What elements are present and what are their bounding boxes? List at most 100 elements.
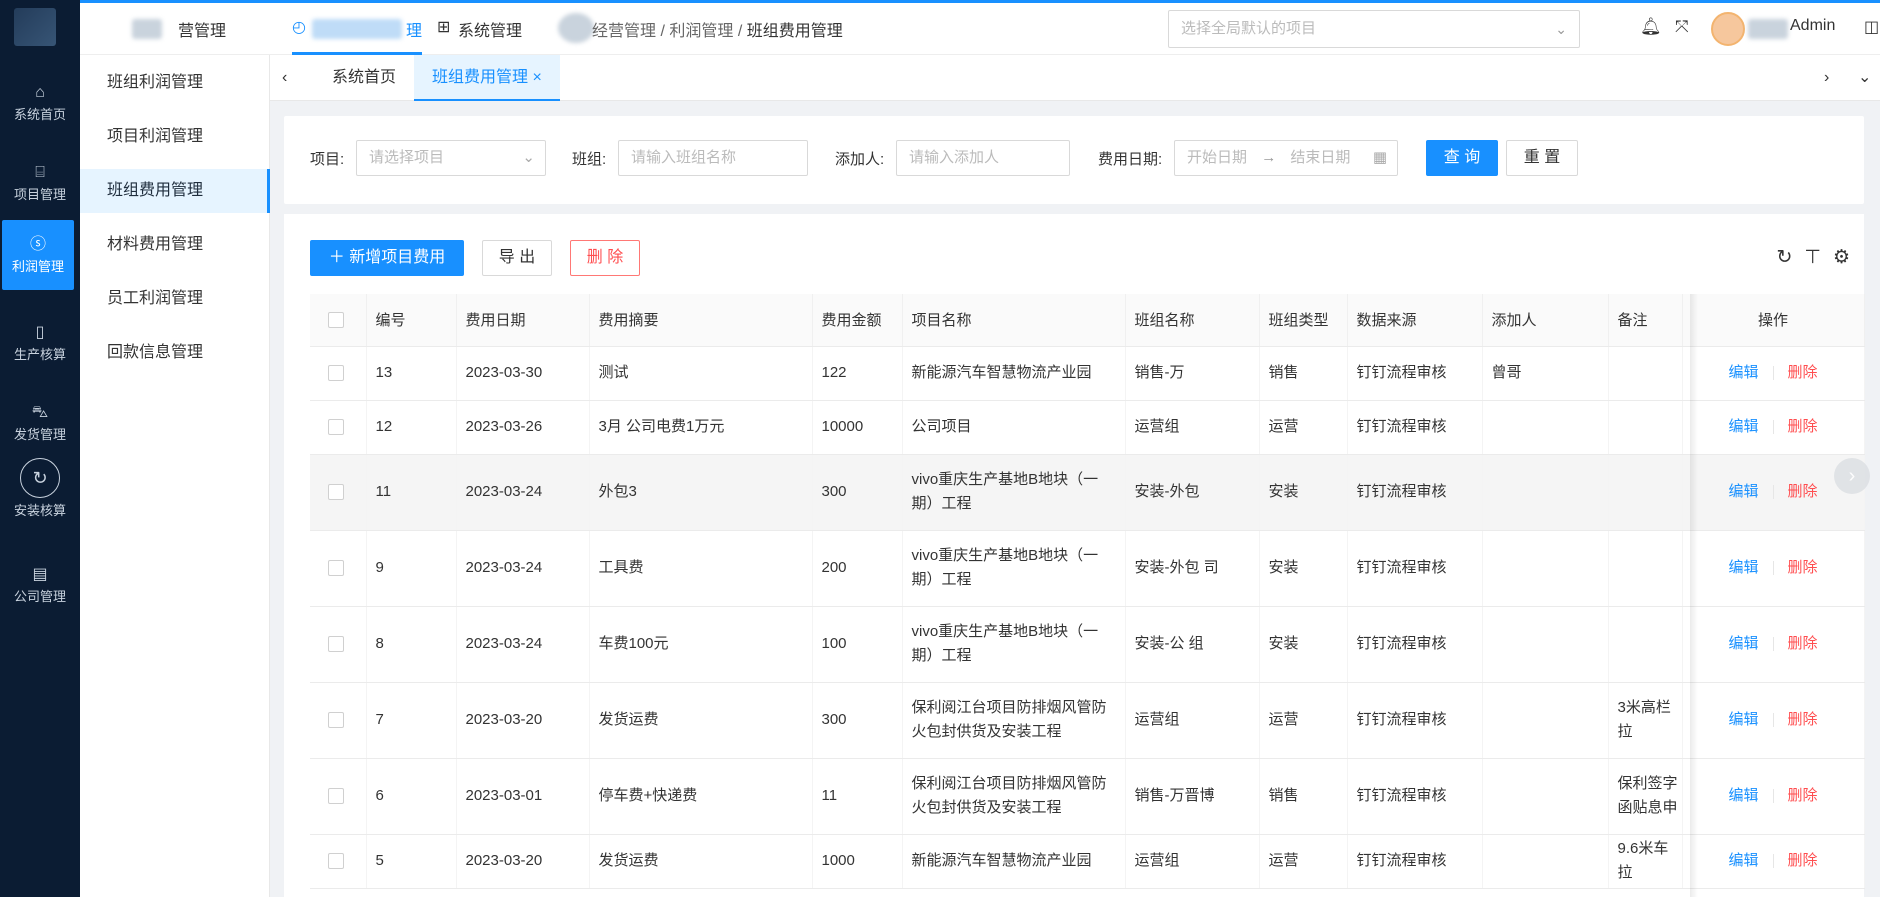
tab-menu-chevron-icon[interactable]: ⌄ — [1850, 55, 1879, 101]
subnav-item-payment[interactable]: 回款信息管理 — [80, 331, 270, 375]
tab-team-cost[interactable]: 班组费用管理 × — [414, 55, 560, 101]
checkbox[interactable] — [328, 419, 344, 436]
col-summary: 费用摘要 — [589, 294, 813, 347]
checkbox[interactable] — [328, 636, 344, 653]
delete-link[interactable]: 删除 — [1788, 364, 1818, 381]
delete-link[interactable]: 删除 — [1788, 559, 1818, 576]
cell-actions: 编辑 删除 — [1682, 400, 1865, 455]
checkbox[interactable] — [328, 312, 344, 329]
fullscreen-icon[interactable]: ⤧ — [1675, 17, 1689, 37]
gear-icon[interactable]: ⚙ — [1833, 247, 1850, 268]
select-all[interactable] — [310, 294, 367, 347]
edit-link[interactable]: 编辑 — [1728, 711, 1758, 728]
delete-link[interactable]: 删除 — [1788, 711, 1818, 728]
row-select[interactable] — [310, 400, 367, 455]
table-row[interactable]: 7 2023-03-20 发货运费 300 保利阅江台项目防排烟风管防火包封供货及安装工… — [310, 682, 1865, 759]
query-button[interactable]: 查 询 — [1426, 140, 1498, 176]
table-row[interactable]: 6 2023-03-01 停车费+快递费 11 保利阅江台项目防排烟风管防火包封供货及安… — [310, 758, 1865, 835]
table-row[interactable]: 9 2023-03-24 工具费 200 vivo重庆生产基地B地块（一期）工程 安装-外… — [310, 530, 1865, 607]
avatar[interactable] — [1711, 12, 1745, 46]
cell-note: 3米高栏拉 — [1608, 682, 1683, 759]
cell-id: 9 — [366, 530, 457, 607]
column-height-icon[interactable]: ⊤ — [1804, 247, 1821, 268]
install-icon: ↻ — [20, 458, 60, 498]
nav-clock-icon[interactable]: ◴ — [292, 17, 306, 37]
edit-link[interactable]: 编辑 — [1728, 559, 1758, 576]
subnav-item-team-cost[interactable]: 班组费用管理 — [80, 169, 270, 213]
delete-link[interactable]: 删除 — [1788, 787, 1818, 804]
tab-home[interactable]: 系统首页 — [314, 55, 414, 101]
checkbox[interactable] — [328, 853, 344, 870]
edit-link[interactable]: 编辑 — [1728, 364, 1758, 381]
table-row[interactable]: 11 2023-03-24 外包3 300 vivo重庆生产基地B地块（一期）工程 安装-… — [310, 454, 1865, 531]
table-row[interactable]: 5 2023-03-20 发货运费 1000 新能源汽车智慧物流产业园 运营组 运营 钉钉流程… — [310, 834, 1865, 889]
tab-scroll-left[interactable]: ‹ — [272, 55, 297, 101]
team-input[interactable]: 请输入班组名称 — [618, 140, 808, 176]
subnav-item-employee-profit[interactable]: 员工利润管理 — [80, 277, 270, 321]
tab-scroll-right[interactable]: › — [1814, 55, 1839, 101]
delete-button[interactable]: 删 除 — [570, 240, 640, 276]
nav-item-blurred[interactable] — [312, 19, 402, 39]
row-select[interactable] — [310, 834, 367, 889]
col-source: 数据来源 — [1347, 294, 1483, 347]
checkbox[interactable] — [328, 365, 344, 382]
nav-system[interactable]: 系统管理 — [458, 17, 522, 41]
header: 营管理 ◴ 理 ⊞ 系统管理 经营管理 / 利润管理 / 班组费用管理 选择全局… — [80, 3, 1880, 55]
subnav-item-material-cost[interactable]: 材料费用管理 — [80, 223, 270, 267]
breadcrumb-item[interactable]: 经营管理 — [592, 23, 656, 40]
table-row[interactable]: 12 2023-03-26 3月 公司电费1万元 10000 公司项目 运营组 运营 钉钉流程… — [310, 400, 1865, 455]
add-cost-button[interactable]: ＋ 新增项目费用 — [310, 240, 464, 276]
edit-link[interactable]: 编辑 — [1728, 418, 1758, 435]
cell-id: 8 — [366, 606, 457, 683]
table-row[interactable]: 13 2023-03-30 测试 122 新能源汽车智慧物流产业园 销售-万 销售 钉钉流程审… — [310, 346, 1865, 401]
cell-id: 6 — [366, 758, 457, 835]
sidebar-item-company[interactable]: ▤ 公司管理 — [0, 550, 80, 620]
refresh-icon[interactable]: ↻ — [1776, 247, 1792, 268]
checkbox[interactable] — [328, 788, 344, 805]
chevron-down-icon: ⌄ — [522, 149, 535, 166]
col-amount: 费用金额 — [812, 294, 903, 347]
row-select[interactable] — [310, 530, 367, 607]
sidebar-item-install[interactable]: ↻ 安装核算 — [0, 456, 80, 530]
edit-link[interactable]: 编辑 — [1728, 852, 1758, 869]
row-select[interactable] — [310, 346, 367, 401]
sidebar-item-profit[interactable]: ⓢ 利润管理 — [2, 220, 74, 290]
subnav-item-project-profit[interactable]: 项目利润管理 — [80, 115, 270, 159]
reset-button[interactable]: 重 置 — [1506, 140, 1578, 176]
delete-link[interactable]: 删除 — [1788, 852, 1818, 869]
edit-link[interactable]: 编辑 — [1728, 635, 1758, 652]
export-button[interactable]: 导 出 — [482, 240, 552, 276]
cost-table: 编号 费用日期 费用摘要 费用金额 项目名称 班组名称 班组类型 数据来源 添加… — [310, 294, 1865, 889]
checkbox[interactable] — [328, 484, 344, 501]
delete-link[interactable]: 删除 — [1788, 483, 1818, 500]
subnav-item-team-profit[interactable]: 班组利润管理 — [80, 61, 270, 105]
edit-link[interactable]: 编辑 — [1728, 483, 1758, 500]
checkbox[interactable] — [328, 712, 344, 729]
main-panel: ＋ 新增项目费用 导 出 删 除 ↻ ⊤ ⚙ 编号 费用日期 费用摘要 费用金额 项… — [284, 214, 1865, 897]
bell-icon[interactable]: 🔔︎ — [1640, 17, 1662, 37]
scroll-right-button[interactable]: › — [1834, 458, 1870, 494]
sidebar-item-project[interactable]: ⌸ 项目管理 — [0, 148, 80, 218]
close-icon[interactable]: × — [532, 69, 541, 86]
project-select[interactable]: 请选择项目 ⌄ — [356, 140, 546, 176]
row-select[interactable] — [310, 682, 367, 759]
row-select[interactable] — [310, 758, 367, 835]
checkbox[interactable] — [328, 560, 344, 577]
adder-input[interactable]: 请输入添加人 — [896, 140, 1070, 176]
layout-icon[interactable]: ◫ — [1864, 17, 1879, 37]
delete-link[interactable]: 删除 — [1788, 635, 1818, 652]
sidebar-item-production[interactable]: ▯ 生产核算 — [0, 308, 80, 378]
cell-summary: 车费100元 — [589, 606, 813, 683]
breadcrumb-item[interactable]: 利润管理 — [669, 23, 733, 40]
table-row[interactable]: 8 2023-03-24 车费100元 100 vivo重庆生产基地B地块（一期）工程安… — [310, 606, 1865, 683]
row-select[interactable] — [310, 606, 367, 683]
delete-link[interactable]: 删除 — [1788, 418, 1818, 435]
user-name[interactable]: Admin — [1790, 17, 1835, 35]
sidebar-item-home[interactable]: ⌂ 系统首页 — [0, 68, 80, 138]
sidebar-item-shipping[interactable]: ⛍ 发货管理 — [0, 388, 80, 458]
global-project-select[interactable]: 选择全局默认的项目 ⌄ — [1168, 10, 1580, 48]
date-range-picker[interactable]: 开始日期 → 结束日期 ▦ — [1174, 140, 1398, 176]
row-select[interactable] — [310, 454, 367, 531]
cell-team-type: 安装 — [1259, 454, 1348, 531]
edit-link[interactable]: 编辑 — [1728, 787, 1758, 804]
